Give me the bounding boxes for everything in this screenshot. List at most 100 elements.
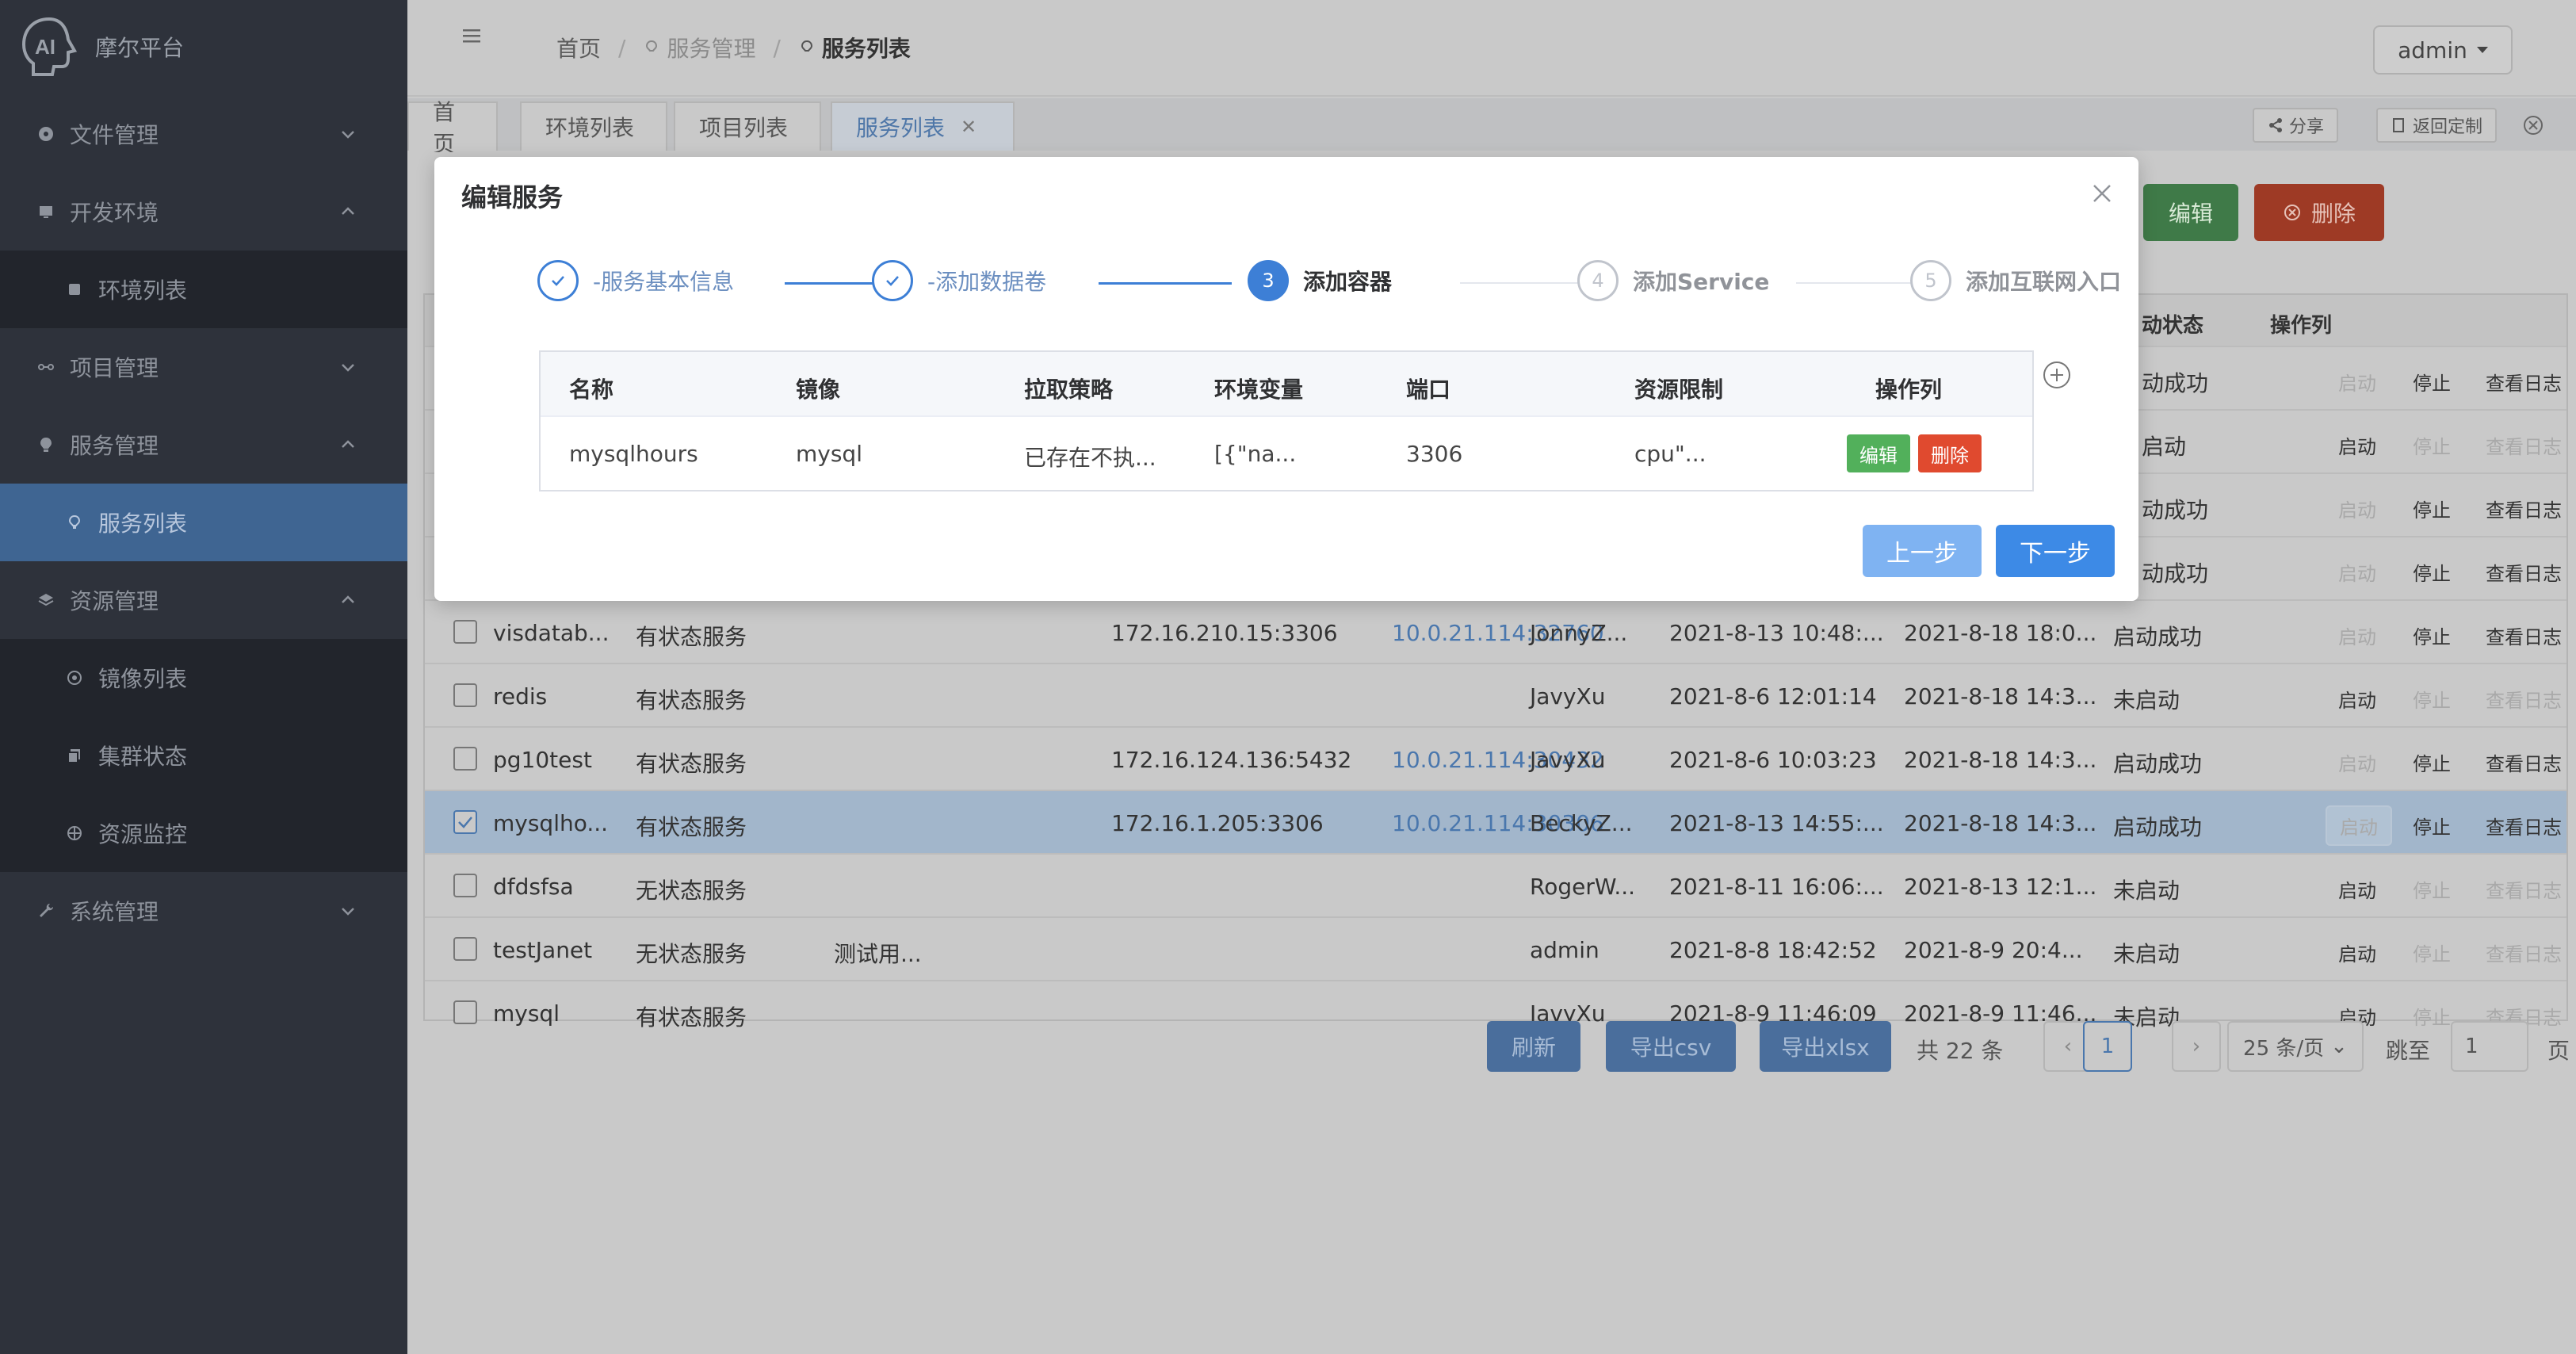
delete-button[interactable]: 删除 xyxy=(2254,184,2384,241)
row-checkbox[interactable] xyxy=(453,937,477,961)
export-xlsx-button[interactable]: 导出xlsx xyxy=(1760,1021,1891,1072)
row-checkbox[interactable] xyxy=(453,874,477,897)
op-log-button[interactable]: 查看日志 xyxy=(2486,812,2562,840)
op-stop-button[interactable]: 停止 xyxy=(2413,368,2451,396)
close-icon[interactable] xyxy=(2089,181,2115,206)
goto-value: 1 xyxy=(2465,1035,2479,1058)
delete-label: 删除 xyxy=(2310,201,2356,227)
breadcrumb-home[interactable]: 首页 xyxy=(556,32,601,63)
page-number[interactable]: 1 xyxy=(2083,1021,2132,1072)
next-step-button[interactable]: 下一步 xyxy=(1996,525,2115,577)
op-stop-button[interactable]: 停止 xyxy=(2413,431,2451,459)
cell-owner: BeckyZ... xyxy=(1530,810,1633,836)
table-row[interactable]: dfdsfsa 无状态服务 RogerW... 2021-8-11 16:06:...… xyxy=(425,853,2566,916)
op-start-button[interactable]: 启动 xyxy=(2338,685,2376,713)
op-start-button[interactable]: 启动 xyxy=(2338,939,2376,966)
op-stop-button[interactable]: 停止 xyxy=(2413,939,2451,966)
op-start-button[interactable]: 启动 xyxy=(2338,748,2376,776)
op-start-button[interactable]: 启动 xyxy=(2338,875,2376,903)
table-row[interactable]: pg10test 有状态服务 172.16.124.136:5432 10.0.21.… xyxy=(425,726,2566,790)
op-start-button[interactable]: 启动 xyxy=(2338,558,2376,586)
row-checkbox[interactable] xyxy=(453,683,477,707)
table-row[interactable]: visdatab... 有状态服务 172.16.210.15:3306 10.0.2… xyxy=(425,599,2566,663)
chevron-up-icon xyxy=(342,595,354,603)
table-row[interactable]: testJanet 无状态服务 测试用... admin 2021-8-8 18:42:… xyxy=(425,916,2566,980)
cell-created: 2021-8-6 10:03:23 xyxy=(1669,747,1877,773)
op-start-button[interactable]: 启动 xyxy=(2326,805,2392,846)
op-start-button[interactable]: 启动 xyxy=(2338,368,2376,396)
tab-home[interactable]: 首页 xyxy=(407,99,498,157)
cell-status: 启动成功 xyxy=(2113,624,2203,650)
breadcrumb-service-management[interactable]: 服务管理 xyxy=(667,32,755,63)
tab-label: 服务列表 xyxy=(856,115,946,141)
op-stop-button[interactable]: 停止 xyxy=(2413,875,2451,903)
sidebar-item-label: 开发环境 xyxy=(70,200,159,226)
chevron-right-icon: › xyxy=(2192,1035,2201,1058)
chevron-up-icon xyxy=(342,207,354,215)
row-checkbox[interactable] xyxy=(453,620,477,644)
table-row[interactable]: redis 有状态服务 JavyXu 2021-8-6 12:01:14 2021-8-… xyxy=(425,663,2566,726)
sidebar-item-resource-management[interactable]: 资源管理 xyxy=(0,561,407,639)
row-checkbox[interactable] xyxy=(453,810,477,834)
tab-service-list[interactable]: 服务列表 ✕ xyxy=(831,101,1015,151)
add-container-icon[interactable] xyxy=(2042,360,2072,390)
close-circle-icon[interactable] xyxy=(2522,114,2544,136)
close-icon[interactable]: ✕ xyxy=(961,116,977,138)
op-log-button[interactable]: 查看日志 xyxy=(2486,939,2562,966)
op-log-button[interactable]: 查看日志 xyxy=(2486,875,2562,903)
sidebar-item-project-management[interactable]: 项目管理 xyxy=(0,328,407,406)
check-icon xyxy=(458,817,472,828)
op-stop-button[interactable]: 停止 xyxy=(2413,558,2451,586)
sidebar-item-cluster-status[interactable]: 集群状态 xyxy=(0,717,407,794)
sidebar-item-service-list[interactable]: 服务列表 xyxy=(0,484,407,561)
row-edit-button[interactable]: 编辑 xyxy=(1847,434,1910,472)
op-start-button[interactable]: 启动 xyxy=(2338,622,2376,649)
goto-label: 跳至 xyxy=(2386,1038,2431,1064)
bulb-icon xyxy=(35,434,57,456)
op-stop-button[interactable]: 停止 xyxy=(2413,812,2451,840)
sidebar-item-resource-monitor[interactable]: 资源监控 xyxy=(0,794,407,872)
refresh-button[interactable]: 刷新 xyxy=(1487,1021,1580,1072)
edit-service-dialog: 编辑服务 -服务基本信息 -添加数据卷 3 添加容器 4 添加Service 5… xyxy=(434,157,2138,601)
tab-env-list[interactable]: 环境列表 xyxy=(520,101,667,151)
op-log-button[interactable]: 查看日志 xyxy=(2486,431,2562,459)
row-checkbox[interactable] xyxy=(453,747,477,771)
sidebar-item-system-management[interactable]: 系统管理 xyxy=(0,872,407,950)
share-icon xyxy=(2268,118,2282,132)
op-log-button[interactable]: 查看日志 xyxy=(2486,368,2562,396)
sidebar-item-file-management[interactable]: 文件管理 xyxy=(0,95,407,173)
back-custom-button[interactable]: 返回定制 xyxy=(2375,108,2497,143)
op-start-button[interactable]: 启动 xyxy=(2338,495,2376,522)
table-row[interactable]: mysqlho... 有状态服务 172.16.1.205:3306 10.0.21.… xyxy=(425,790,2566,853)
sidebar-item-image-list[interactable]: 镜像列表 xyxy=(0,639,407,717)
sidebar-item-dev-env[interactable]: 开发环境 xyxy=(0,173,407,251)
sidebar-item-service-management[interactable]: 服务管理 xyxy=(0,406,407,484)
user-dropdown[interactable]: admin xyxy=(2373,25,2513,75)
next-page-button[interactable]: › xyxy=(2172,1021,2221,1072)
sidebar-item-env-list[interactable]: 环境列表 xyxy=(0,251,407,328)
row-delete-button[interactable]: 删除 xyxy=(1918,434,1982,472)
tab-project-list[interactable]: 项目列表 xyxy=(674,101,821,151)
op-stop-button[interactable]: 停止 xyxy=(2413,622,2451,649)
menu-toggle-icon[interactable] xyxy=(460,24,483,48)
goto-input[interactable]: 1 xyxy=(2451,1021,2528,1072)
op-start-button[interactable]: 启动 xyxy=(2338,431,2376,459)
op-log-button[interactable]: 查看日志 xyxy=(2486,622,2562,649)
op-log-button[interactable]: 查看日志 xyxy=(2486,558,2562,586)
share-button[interactable]: 分享 xyxy=(2252,108,2338,143)
op-stop-button[interactable]: 停止 xyxy=(2413,685,2451,713)
breadcrumb-current: 服务列表 xyxy=(821,36,911,62)
cell-name: redis xyxy=(493,683,548,710)
op-log-button[interactable]: 查看日志 xyxy=(2486,748,2562,776)
page-size-select[interactable]: 25 条/页 ⌄ xyxy=(2227,1021,2364,1072)
export-csv-button[interactable]: 导出csv xyxy=(1606,1021,1736,1072)
op-log-button[interactable]: 查看日志 xyxy=(2486,495,2562,522)
svg-text:AI: AI xyxy=(35,35,55,59)
edit-button[interactable]: 编辑 xyxy=(2143,184,2238,241)
cell-image: mysql xyxy=(796,441,862,467)
cell-inner-address: 172.16.210.15:3306 xyxy=(1111,620,1338,646)
prev-step-button[interactable]: 上一步 xyxy=(1863,525,1982,577)
op-log-button[interactable]: 查看日志 xyxy=(2486,685,2562,713)
op-stop-button[interactable]: 停止 xyxy=(2413,748,2451,776)
op-stop-button[interactable]: 停止 xyxy=(2413,495,2451,522)
